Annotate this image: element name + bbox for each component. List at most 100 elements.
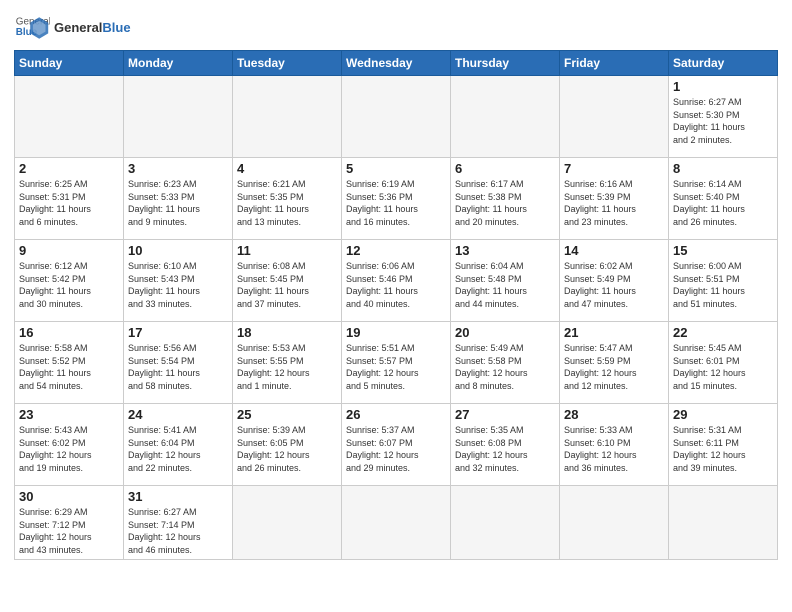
day-info: Sunrise: 6:27 AM Sunset: 7:14 PM Dayligh… [128,506,228,556]
day-info: Sunrise: 5:56 AM Sunset: 5:54 PM Dayligh… [128,342,228,392]
day-number: 5 [346,161,446,176]
calendar-cell: 6 Sunrise: 6:17 AM Sunset: 5:38 PM Daylig… [451,158,560,240]
weekday-header-row: Sunday Monday Tuesday Wednesday Thursday… [15,51,778,76]
calendar-cell: 26Sunrise: 5:37 AM Sunset: 6:07 PM Dayli… [342,404,451,486]
day-info: Sunrise: 6:08 AM Sunset: 5:45 PM Dayligh… [237,260,337,310]
day-info: Sunrise: 5:33 AM Sunset: 6:10 PM Dayligh… [564,424,664,474]
logo-general-text: GeneralBlue [54,20,131,36]
day-number: 12 [346,243,446,258]
calendar-cell [15,76,124,158]
calendar-cell: 17 Sunrise: 5:56 AM Sunset: 5:54 PM Dayli… [124,322,233,404]
calendar-cell: 19 Sunrise: 5:51 AM Sunset: 5:57 PM Dayli… [342,322,451,404]
header: General Blue GeneralBlue [14,10,778,46]
day-number: 8 [673,161,773,176]
day-number: 24 [128,407,228,422]
day-number: 22 [673,325,773,340]
day-number: 27 [455,407,555,422]
calendar-cell: 30 Sunrise: 6:29 AM Sunset: 7:12 PM Dayli… [15,486,124,560]
calendar-cell [560,76,669,158]
calendar-cell: 23 Sunrise: 5:43 AM Sunset: 6:02 PM Dayli… [15,404,124,486]
day-number: 15 [673,243,773,258]
calendar-table: Sunday Monday Tuesday Wednesday Thursday… [14,50,778,560]
day-info: Sunrise: 6:16 AM Sunset: 5:39 PM Dayligh… [564,178,664,228]
day-info: Sunrise: 6:23 AM Sunset: 5:33 PM Dayligh… [128,178,228,228]
day-number: 30 [19,489,119,504]
day-info: Sunrise: 6:10 AM Sunset: 5:43 PM Dayligh… [128,260,228,310]
day-info: Sunrise: 5:39 AM Sunset: 6:05 PM Dayligh… [237,424,337,474]
day-number: 13 [455,243,555,258]
day-number: 10 [128,243,228,258]
day-info: Sunrise: 6:06 AM Sunset: 5:46 PM Dayligh… [346,260,446,310]
day-info: Sunrise: 6:02 AM Sunset: 5:49 PM Dayligh… [564,260,664,310]
day-number: 7 [564,161,664,176]
day-number: 4 [237,161,337,176]
calendar-cell: 12 Sunrise: 6:06 AM Sunset: 5:46 PM Dayli… [342,240,451,322]
calendar-cell: 8 Sunrise: 6:14 AM Sunset: 5:40 PM Daylig… [669,158,778,240]
day-number: 2 [19,161,119,176]
day-number: 19 [346,325,446,340]
day-number: 3 [128,161,228,176]
calendar-cell: 18Sunrise: 5:53 AM Sunset: 5:55 PM Dayli… [233,322,342,404]
day-info: Sunrise: 5:58 AM Sunset: 5:52 PM Dayligh… [19,342,119,392]
day-info: Sunrise: 6:29 AM Sunset: 7:12 PM Dayligh… [19,506,119,556]
day-number: 28 [564,407,664,422]
header-sunday: Sunday [15,51,124,76]
day-info: Sunrise: 5:53 AM Sunset: 5:55 PM Dayligh… [237,342,337,392]
header-tuesday: Tuesday [233,51,342,76]
day-info: Sunrise: 5:37 AM Sunset: 6:07 PM Dayligh… [346,424,446,474]
calendar-cell: 2 Sunrise: 6:25 AM Sunset: 5:31 PM Daylig… [15,158,124,240]
day-info: Sunrise: 5:47 AM Sunset: 5:59 PM Dayligh… [564,342,664,392]
day-number: 20 [455,325,555,340]
day-number: 23 [19,407,119,422]
calendar-cell: 1Sunrise: 6:27 AM Sunset: 5:30 PM Daylig… [669,76,778,158]
day-info: Sunrise: 6:14 AM Sunset: 5:40 PM Dayligh… [673,178,773,228]
day-info: Sunrise: 6:27 AM Sunset: 5:30 PM Dayligh… [673,96,773,146]
day-info: Sunrise: 6:25 AM Sunset: 5:31 PM Dayligh… [19,178,119,228]
day-number: 11 [237,243,337,258]
calendar-cell [451,486,560,560]
calendar-cell: 27Sunrise: 5:35 AM Sunset: 6:08 PM Dayli… [451,404,560,486]
calendar-cell: 20 Sunrise: 5:49 AM Sunset: 5:58 PM Dayli… [451,322,560,404]
day-number: 6 [455,161,555,176]
day-number: 9 [19,243,119,258]
day-info: Sunrise: 5:49 AM Sunset: 5:58 PM Dayligh… [455,342,555,392]
calendar-cell: 3 Sunrise: 6:23 AM Sunset: 5:33 PM Daylig… [124,158,233,240]
header-wednesday: Wednesday [342,51,451,76]
calendar-cell [342,76,451,158]
calendar-cell [451,76,560,158]
calendar-cell: 21Sunrise: 5:47 AM Sunset: 5:59 PM Dayli… [560,322,669,404]
header-saturday: Saturday [669,51,778,76]
calendar-cell: 16Sunrise: 5:58 AM Sunset: 5:52 PM Dayli… [15,322,124,404]
calendar-cell: 31 Sunrise: 6:27 AM Sunset: 7:14 PM Dayli… [124,486,233,560]
calendar-cell: 28 Sunrise: 5:33 AM Sunset: 6:10 PM Dayli… [560,404,669,486]
day-number: 14 [564,243,664,258]
day-info: Sunrise: 5:31 AM Sunset: 6:11 PM Dayligh… [673,424,773,474]
logo: General Blue GeneralBlue [14,10,131,46]
calendar-cell [560,486,669,560]
page: General Blue GeneralBlue Sunday Monday T… [0,0,792,612]
day-info: Sunrise: 6:00 AM Sunset: 5:51 PM Dayligh… [673,260,773,310]
day-number: 25 [237,407,337,422]
calendar-cell: 9Sunrise: 6:12 AM Sunset: 5:42 PM Daylig… [15,240,124,322]
calendar-cell: 11 Sunrise: 6:08 AM Sunset: 5:45 PM Dayli… [233,240,342,322]
day-info: Sunrise: 5:51 AM Sunset: 5:57 PM Dayligh… [346,342,446,392]
day-info: Sunrise: 6:17 AM Sunset: 5:38 PM Dayligh… [455,178,555,228]
day-number: 29 [673,407,773,422]
day-number: 17 [128,325,228,340]
day-info: Sunrise: 6:21 AM Sunset: 5:35 PM Dayligh… [237,178,337,228]
calendar-cell: 24Sunrise: 5:41 AM Sunset: 6:04 PM Dayli… [124,404,233,486]
calendar-cell: 22 Sunrise: 5:45 AM Sunset: 6:01 PM Dayli… [669,322,778,404]
calendar-cell [233,486,342,560]
day-info: Sunrise: 5:43 AM Sunset: 6:02 PM Dayligh… [19,424,119,474]
day-number: 31 [128,489,228,504]
calendar-cell: 10 Sunrise: 6:10 AM Sunset: 5:43 PM Dayli… [124,240,233,322]
calendar-cell [124,76,233,158]
day-info: Sunrise: 6:19 AM Sunset: 5:36 PM Dayligh… [346,178,446,228]
header-monday: Monday [124,51,233,76]
calendar-cell: 5 Sunrise: 6:19 AM Sunset: 5:36 PM Daylig… [342,158,451,240]
calendar-cell [669,486,778,560]
day-info: Sunrise: 5:45 AM Sunset: 6:01 PM Dayligh… [673,342,773,392]
generalblue-logo-icon: General Blue [14,10,50,46]
calendar-cell: 13 Sunrise: 6:04 AM Sunset: 5:48 PM Dayli… [451,240,560,322]
day-info: Sunrise: 6:04 AM Sunset: 5:48 PM Dayligh… [455,260,555,310]
